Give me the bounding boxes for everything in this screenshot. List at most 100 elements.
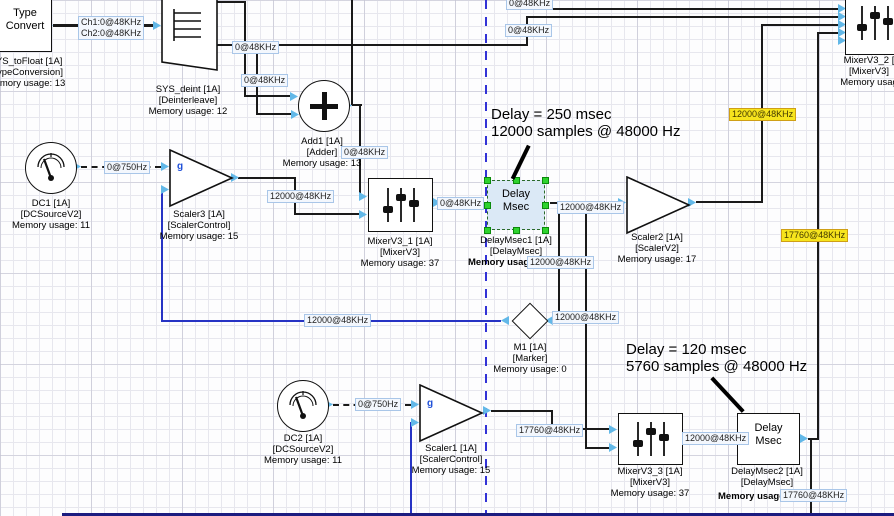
wire-label[interactable]: 17760@48KHz: [516, 424, 583, 437]
block-name: SYS_toFloat [1A]: [0, 56, 86, 67]
sliders-icon: [629, 418, 673, 460]
selection-handle[interactable]: [484, 227, 491, 234]
selection-handle[interactable]: [542, 177, 549, 184]
wire-label-highlighted[interactable]: 12000@48KHz: [729, 108, 796, 121]
wire-segment[interactable]: [585, 447, 609, 449]
wire-segment[interactable]: [294, 213, 359, 215]
mixerv3_3-input-port-1[interactable]: [609, 425, 617, 434]
scaler1-gain-port[interactable]: [411, 400, 419, 409]
wire-segment[interactable]: [761, 24, 838, 26]
selection-handle[interactable]: [542, 202, 549, 209]
wire-label-highlighted[interactable]: 17760@48KHz: [781, 229, 848, 242]
block-deinterleave[interactable]: [161, 0, 219, 84]
block-memory: Memory usage: 13: [0, 78, 86, 89]
block-type: [Marker]: [480, 353, 580, 364]
scaler3-label: Scaler3 [1A] [ScalerControl] Memory usag…: [149, 209, 249, 242]
block-name: DelayMsec1 [1A]: [466, 235, 566, 246]
wire-label[interactable]: 12000@48KHz: [527, 256, 594, 269]
scaler1-input-port[interactable]: [411, 418, 419, 427]
block-scaler1[interactable]: [419, 384, 484, 443]
block-name: Scaler2 [1A]: [607, 232, 707, 243]
block-memory: Memory usag: [814, 77, 894, 88]
wire-segment[interactable]: [244, 95, 290, 97]
annotation-line: 5760 samples @ 48000 Hz: [626, 358, 807, 375]
block-m1-marker[interactable]: [512, 303, 549, 340]
delaymsec2-output-port[interactable]: [800, 434, 808, 443]
wire-label[interactable]: 17760@48KHz: [780, 489, 847, 502]
scaler3-gain-label: g: [177, 162, 183, 172]
block-type: [MixerV3]: [350, 247, 450, 258]
delaymsec1-body-line1: Delay: [487, 188, 545, 201]
wire-label[interactable]: 0@750Hz: [104, 161, 150, 174]
mixerv3_3-input-port-2[interactable]: [609, 443, 617, 452]
delaymsec2-label: DelayMsec2 [1A] [DelayMsec]: [717, 466, 817, 488]
gauge-icon: [285, 388, 321, 424]
wire-segment[interactable]: [491, 410, 553, 412]
typeconvert-label: SYS_toFloat [1A] [TypeConversion] Memory…: [0, 56, 86, 89]
scaler1-gain-label: g: [427, 399, 433, 409]
wire-label[interactable]: 12000@48KHz: [552, 311, 619, 324]
wire-label[interactable]: 0@750Hz: [355, 398, 401, 411]
wire-label[interactable]: 0@48KHz: [505, 24, 552, 37]
wire-segment[interactable]: [696, 201, 763, 203]
wire-segment[interactable]: [585, 202, 587, 449]
block-type: [MixerV3]: [600, 477, 700, 488]
block-memory: Memory usage: 11: [253, 455, 353, 466]
block-memory: Memory usage: 0: [480, 364, 580, 375]
wire-label[interactable]: 12000@48KHz: [267, 190, 334, 203]
block-name: Scaler3 [1A]: [149, 209, 249, 220]
annotation-pointer-line: [711, 377, 745, 413]
wire-label[interactable]: 12000@48KHz: [304, 314, 371, 327]
scaler1-output-port[interactable]: [483, 406, 491, 415]
selection-handle[interactable]: [542, 227, 549, 234]
m1-output-port[interactable]: [501, 316, 509, 325]
wire-label[interactable]: 0@48KHz: [232, 41, 279, 54]
mixerv3_1-input-port-1[interactable]: [359, 192, 367, 201]
scaler3-input-port[interactable]: [161, 185, 169, 194]
selection-handle[interactable]: [484, 177, 491, 184]
annotation-line: Delay = 250 msec: [491, 106, 681, 123]
wire-label[interactable]: 0@48KHz: [241, 74, 288, 87]
wire-label-channels[interactable]: Ch1:0@48KHz Ch2:0@48KHz: [78, 16, 144, 40]
wire-segment[interactable]: [817, 32, 838, 34]
block-type: [ScalerV2]: [607, 243, 707, 254]
scaler3-gain-port[interactable]: [161, 162, 169, 171]
wire-label[interactable]: 12000@48KHz: [682, 432, 749, 445]
block-memory: Memory usage: 12: [138, 106, 238, 117]
wire-label[interactable]: 0@48KHz: [506, 0, 553, 10]
wire-segment[interactable]: [256, 113, 291, 115]
block-scaler2[interactable]: [626, 176, 691, 235]
sliders-icon: [853, 2, 894, 44]
block-type: [ScalerControl]: [149, 220, 249, 231]
annotation-delay-250[interactable]: Delay = 250 msec 12000 samples @ 48000 H…: [491, 106, 681, 140]
block-memory: Memory usage: 17: [607, 254, 707, 265]
sliders-icon: [379, 184, 423, 226]
block-memory: Memory usage: 15: [149, 231, 249, 242]
selection-handle[interactable]: [513, 227, 520, 234]
wire-label[interactable]: 12000@48KHz: [557, 201, 624, 214]
delaymsec2-memory-label: Memory usage: [718, 491, 785, 502]
block-memory: Memory usage: 37: [350, 258, 450, 269]
block-type: [MixerV3]: [814, 66, 894, 77]
delaymsec1-body-label: Delay Msec: [487, 188, 545, 213]
wire-segment[interactable]: [526, 16, 838, 18]
wire-segment[interactable]: [351, 0, 353, 105]
block-type: [DCSourceV2]: [253, 444, 353, 455]
wire-segment[interactable]: [217, 1, 245, 3]
wire-segment[interactable]: [238, 177, 296, 179]
dc2-label: DC2 [1A] [DCSourceV2] Memory usage: 11: [253, 433, 353, 466]
wire-label[interactable]: 0@48KHz: [437, 197, 484, 210]
block-scaler3[interactable]: [169, 149, 234, 208]
wire-label[interactable]: 0@48KHz: [341, 146, 388, 159]
annotation-delay-120[interactable]: Delay = 120 msec 5760 samples @ 48000 Hz: [626, 341, 807, 375]
selection-handle[interactable]: [484, 202, 491, 209]
block-name: Scaler1 [1A]: [401, 443, 501, 454]
deinterleave-input-port[interactable]: [153, 21, 161, 30]
annotation-pointer-line: [511, 145, 530, 180]
mixerv3_1-input-port-2[interactable]: [359, 210, 367, 219]
typeconvert-body-label: Type Convert: [0, 7, 50, 32]
block-name: DC2 [1A]: [253, 433, 353, 444]
canvas-boundary-line: [62, 513, 894, 516]
adder-input-port-1[interactable]: [290, 92, 298, 101]
wire-segment[interactable]: [506, 8, 838, 10]
